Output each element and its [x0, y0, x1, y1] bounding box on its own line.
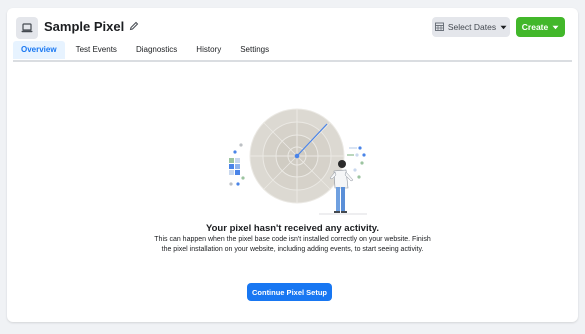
laptop-icon	[16, 17, 38, 39]
create-button[interactable]: Create	[516, 17, 565, 37]
pencil-icon[interactable]	[129, 19, 139, 34]
create-label: Create	[521, 22, 549, 32]
tab-diagnostics[interactable]: Diagnostics	[128, 41, 185, 59]
radar-scan-illustration	[229, 108, 367, 215]
tab-bar: Overview Test Events Diagnostics History…	[13, 41, 280, 59]
tab-test-events[interactable]: Test Events	[68, 41, 125, 59]
pixel-overview-card: Sample Pixel Select Dates Create Overvie…	[7, 8, 578, 322]
empty-state-description: This can happen when the pixel base code…	[154, 236, 431, 253]
tab-settings[interactable]: Settings	[232, 41, 277, 59]
page-title-row: Sample Pixel	[44, 19, 139, 34]
tab-overview[interactable]: Overview	[13, 41, 65, 59]
tab-history[interactable]: History	[188, 41, 229, 59]
empty-state-title: Your pixel hasn't received any activity.	[206, 223, 379, 234]
caret-down-icon	[552, 22, 559, 32]
select-dates-label: Select Dates	[447, 22, 497, 32]
continue-pixel-setup-button[interactable]: Continue Pixel Setup	[247, 283, 332, 301]
calendar-icon	[434, 22, 444, 33]
caret-down-icon	[500, 22, 507, 32]
tab-divider	[13, 60, 572, 62]
select-dates-button[interactable]: Select Dates	[432, 17, 510, 37]
page-title: Sample Pixel	[44, 19, 125, 34]
